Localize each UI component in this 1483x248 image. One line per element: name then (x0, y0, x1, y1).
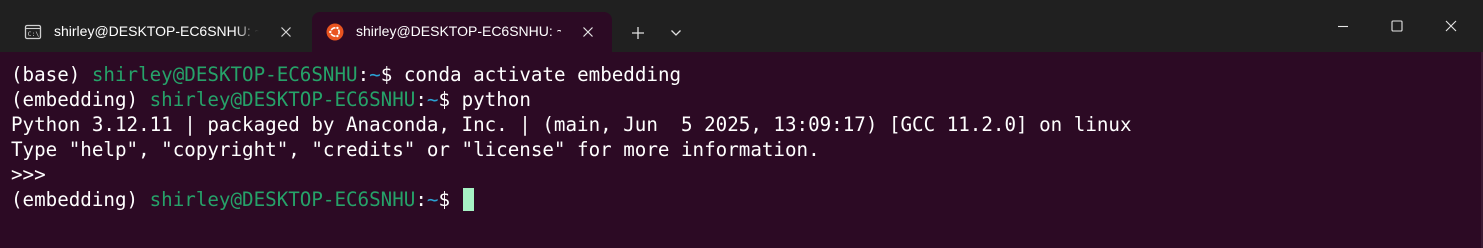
new-tab-button[interactable] (624, 20, 652, 46)
conda-env: (base) (11, 63, 92, 86)
prompt-symbol: $ (438, 188, 462, 211)
prompt-separator: : (415, 88, 427, 111)
python-prompt: >>> (11, 163, 46, 186)
command-text: python (461, 88, 531, 111)
prompt-separator: : (415, 188, 427, 211)
prompt-user-host: shirley@DESKTOP-EC6SNHU (91, 63, 358, 86)
terminal-line: (base) shirley@DESKTOP-EC6SNHU:~$ conda … (11, 62, 681, 87)
close-tab-button[interactable] (578, 22, 598, 42)
output-text: Type "help", "copyright", "credits" or "… (11, 138, 820, 161)
tab-title: shirley@DESKTOP-EC6SNHU: ~ (54, 23, 259, 39)
tab-ubuntu[interactable]: shirley@DESKTOP-EC6SNHU: ~ (312, 12, 612, 52)
tab-cmd[interactable]: C:\ shirley@DESKTOP-EC6SNHU: ~ (10, 12, 310, 52)
prompt-path: ~ (369, 63, 381, 86)
close-tab-button[interactable] (276, 22, 296, 42)
terminal-line: (embedding) shirley@DESKTOP-EC6SNHU:~$ (11, 187, 474, 212)
command-text: conda activate embedding (403, 63, 682, 86)
tab-dropdown-button[interactable] (662, 20, 690, 46)
terminal-output[interactable]: (base) shirley@DESKTOP-EC6SNHU:~$ conda … (0, 52, 1483, 248)
output-text: Python 3.12.11 | packaged by Anaconda, I… (11, 113, 1132, 136)
terminal-line: (embedding) shirley@DESKTOP-EC6SNHU:~$ p… (11, 87, 531, 112)
close-icon (281, 27, 291, 37)
title-bar: C:\ shirley@DESKTOP-EC6SNHU: ~ shirley@D… (0, 0, 1483, 52)
maximize-icon (1391, 20, 1403, 32)
conda-env: (embedding) (11, 88, 150, 111)
plus-icon (632, 27, 644, 39)
terminal-line: Type "help", "copyright", "credits" or "… (11, 137, 820, 162)
close-icon (1445, 20, 1457, 32)
prompt-symbol: $ (438, 88, 462, 111)
prompt-user-host: shirley@DESKTOP-EC6SNHU (149, 188, 416, 211)
ubuntu-icon (326, 23, 344, 41)
prompt-path: ~ (426, 188, 439, 211)
prompt-separator: : (357, 63, 370, 86)
chevron-down-icon (671, 30, 681, 36)
prompt-path: ~ (426, 88, 439, 111)
prompt-symbol: $ (380, 63, 404, 86)
minimize-icon (1338, 25, 1348, 28)
conda-env: (embedding) (11, 188, 150, 211)
close-window-button[interactable] (1428, 0, 1474, 52)
prompt-user-host: shirley@DESKTOP-EC6SNHU (149, 88, 416, 111)
minimize-button[interactable] (1320, 0, 1366, 52)
maximize-button[interactable] (1374, 0, 1420, 52)
text-cursor (462, 188, 474, 211)
terminal-line: Python 3.12.11 | packaged by Anaconda, I… (11, 112, 1132, 137)
close-icon (583, 27, 593, 37)
svg-text:C:\: C:\ (28, 30, 40, 38)
terminal-icon: C:\ (24, 23, 42, 41)
terminal-line: >>> (11, 162, 46, 187)
tab-title: shirley@DESKTOP-EC6SNHU: ~ (356, 23, 561, 39)
